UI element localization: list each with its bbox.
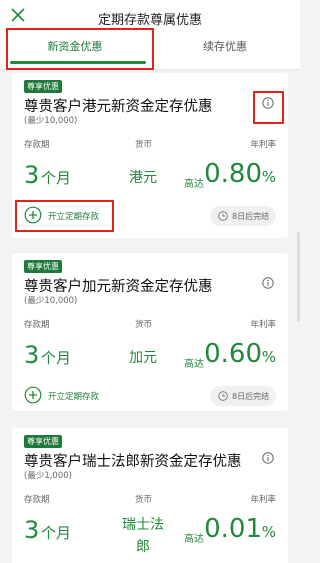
rate-prefix: 高达 xyxy=(184,179,204,190)
offer-card-cad: 尊享优惠 尊贵客户加元新资金定存优惠 (最少10,000) 存款期 货币 年利率… xyxy=(12,253,288,411)
currency-label: 货币 xyxy=(135,495,153,505)
tab-new-funds[interactable]: 新资金优惠 xyxy=(0,30,150,70)
maturity-chip: 8日后完结 xyxy=(210,206,276,226)
offer-title: 尊贵客户加元新资金定存优惠 xyxy=(24,279,213,295)
currency-label: 货币 xyxy=(135,140,153,150)
rate-prefix: 高达 xyxy=(184,359,204,370)
term-label: 存款期 xyxy=(24,320,50,330)
maturity-chip: 8日后完结 xyxy=(210,386,276,406)
tab-new-funds-label: 新资金优惠 xyxy=(47,40,103,53)
info-icon[interactable] xyxy=(262,452,274,464)
term-unit: 个月 xyxy=(41,524,72,542)
clock-icon xyxy=(218,211,228,221)
term-unit: 个月 xyxy=(41,169,72,187)
tab-bar: 新资金优惠 续存优惠 xyxy=(0,30,300,70)
exclusive-badge: 尊享优惠 xyxy=(24,260,62,273)
maturity-text: 8日后完结 xyxy=(232,212,270,221)
rate-label: 年利率 xyxy=(250,495,276,505)
rate-percent-sign: % xyxy=(261,523,276,541)
rate-label: 年利率 xyxy=(250,140,276,150)
rate-prefix: 高达 xyxy=(184,534,204,545)
tab-renewal[interactable]: 续存优惠 xyxy=(150,30,300,70)
minimum-amount: (最少10,000) xyxy=(24,296,78,306)
add-circle-icon xyxy=(24,206,42,224)
rate-value: 0.80 xyxy=(204,159,262,189)
term-unit: 个月 xyxy=(41,349,72,367)
scroll-indicator[interactable] xyxy=(297,232,300,322)
rate-label: 年利率 xyxy=(250,320,276,330)
info-icon[interactable] xyxy=(262,97,274,109)
tab-renewal-label: 续存优惠 xyxy=(203,40,247,53)
currency-value: 港元 xyxy=(129,170,157,186)
offer-card-hkd: 尊享优惠 尊贵客户港元新资金定存优惠 (最少10,000) 存款期 货币 年利率… xyxy=(12,73,288,238)
currency-value: 瑞士法郎 xyxy=(122,517,164,555)
tab-active-indicator xyxy=(10,61,146,64)
minimum-amount: (最少1,000) xyxy=(24,471,72,481)
term-value: 3 xyxy=(24,516,40,544)
offer-card-chf: 尊享优惠 尊贵客户瑞士法郎新资金定存优惠 (最少1,000) 存款期 货币 年利… xyxy=(12,428,288,563)
info-icon[interactable] xyxy=(262,277,274,289)
open-deposit-label: 开立定期存款 xyxy=(48,212,100,222)
offer-title: 尊贵客户瑞士法郎新资金定存优惠 xyxy=(24,454,242,470)
offer-title: 尊贵客户港元新资金定存优惠 xyxy=(24,99,213,115)
term-label: 存款期 xyxy=(24,495,50,505)
currency-label: 货币 xyxy=(135,320,153,330)
minimum-amount: (最少10,000) xyxy=(24,116,78,126)
add-circle-icon xyxy=(24,386,42,404)
exclusive-badge: 尊享优惠 xyxy=(24,80,62,93)
exclusive-badge: 尊享优惠 xyxy=(24,435,62,448)
rate-percent-sign: % xyxy=(261,168,276,186)
page-title: 定期存款尊属优惠 xyxy=(97,13,202,28)
term-value: 3 xyxy=(24,161,40,189)
rate-value: 0.01 xyxy=(204,514,262,544)
term-label: 存款期 xyxy=(24,140,50,150)
open-deposit-label: 开立定期存款 xyxy=(48,392,100,402)
rate-percent-sign: % xyxy=(261,348,276,366)
currency-value: 加元 xyxy=(129,350,157,366)
maturity-text: 8日后完结 xyxy=(232,392,270,401)
clock-icon xyxy=(218,391,228,401)
rate-value: 0.60 xyxy=(204,339,262,369)
term-value: 3 xyxy=(24,341,40,369)
